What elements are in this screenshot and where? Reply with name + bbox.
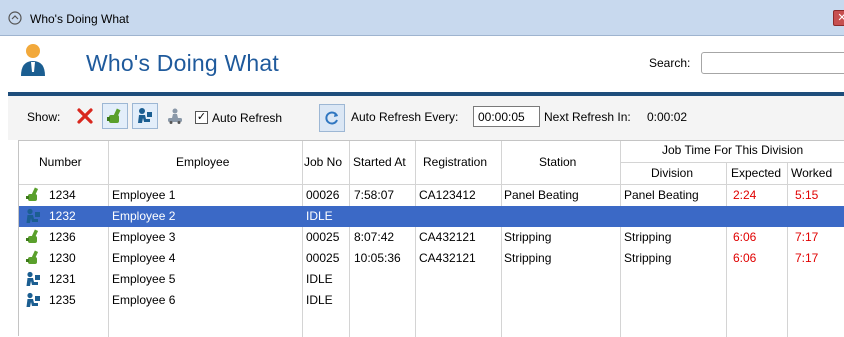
table-row[interactable]: 1231 Employee 5 IDLE — [19, 269, 844, 290]
auto-refresh-checkbox[interactable]: ✓ — [195, 111, 208, 124]
person-car-icon — [168, 108, 182, 124]
cell-division: Stripping — [624, 251, 672, 265]
user-logo-icon — [21, 44, 45, 76]
next-refresh-label: Next Refresh In: — [544, 110, 631, 124]
worker-green-icon — [107, 108, 121, 123]
col-header-started-at[interactable]: Started At — [353, 155, 406, 169]
app-icon — [8, 11, 22, 25]
table-row[interactable]: 1236 Employee 3 00025 8:07:42 CA432121 Stripp… — [19, 227, 844, 248]
idle-person-icon — [26, 208, 40, 223]
col-header-expected[interactable]: Expected — [731, 166, 781, 180]
cell-worked: 5:15 — [795, 188, 819, 202]
employee-grid: Number Employee Job No Started At Regist… — [18, 140, 844, 337]
cell-worked: 7:17 — [795, 251, 819, 265]
col-header-division[interactable]: Division — [651, 166, 693, 180]
toolbar: Show: ✓ Auto Refresh Auto Refresh Every:… — [8, 96, 844, 140]
cell-started-at: 10:05:36 — [354, 251, 401, 265]
col-header-job-no[interactable]: Job No — [304, 155, 342, 169]
cell-division: Panel Beating — [624, 188, 699, 202]
col-header-worked[interactable]: Worked — [791, 166, 832, 180]
cell-job-no: IDLE — [306, 272, 333, 286]
table-row[interactable]: 1235 Employee 6 IDLE — [19, 290, 844, 311]
cell-job-no: 00025 — [306, 230, 340, 244]
cell-number: 1236 — [49, 230, 76, 244]
cell-started-at: 7:58:07 — [354, 188, 395, 202]
cell-station: Stripping — [504, 230, 552, 244]
table-row[interactable]: 1234 Employee 1 00026 7:58:07 CA123412 Panel … — [19, 185, 844, 206]
cell-job-no: IDLE — [306, 209, 333, 223]
cell-registration: CA123412 — [419, 188, 476, 202]
cell-job-no: IDLE — [306, 293, 333, 307]
page-header: Who's Doing What Search: — [0, 36, 844, 92]
cell-worked: 7:17 — [795, 230, 819, 244]
cell-employee: Employee 4 — [112, 251, 176, 265]
cell-employee: Employee 6 — [112, 293, 176, 307]
cell-employee: Employee 2 — [112, 209, 176, 223]
cell-employee: Employee 5 — [112, 272, 176, 286]
search-label: Search: — [649, 56, 691, 70]
cell-station: Stripping — [504, 251, 552, 265]
col-header-station[interactable]: Station — [539, 155, 576, 169]
cell-started-at: 8:07:42 — [354, 230, 395, 244]
refresh-interval-input[interactable]: 00:00:05 — [473, 106, 540, 127]
col-header-number[interactable]: Number — [39, 155, 82, 169]
filter-absent-button[interactable] — [162, 103, 188, 129]
worker-green-icon — [26, 187, 39, 201]
cell-station: Panel Beating — [504, 188, 579, 202]
cell-number: 1235 — [49, 293, 76, 307]
filter-clear-button[interactable] — [72, 103, 98, 129]
group-header-line — [620, 162, 844, 163]
close-button[interactable]: ✕ — [833, 10, 844, 26]
table-row[interactable]: 1230 Employee 4 00025 10:05:36 CA432121 Strip… — [19, 248, 844, 269]
cell-expected: 6:06 — [733, 230, 757, 244]
page-title: Who's Doing What — [86, 50, 279, 76]
cell-number: 1232 — [49, 209, 76, 223]
cell-job-no: 00026 — [306, 188, 340, 202]
cell-job-no: 00025 — [306, 251, 340, 265]
idle-person-icon — [138, 108, 152, 123]
filter-working-button[interactable] — [102, 103, 128, 129]
filter-idle-button[interactable] — [132, 103, 158, 129]
col-header-employee[interactable]: Employee — [176, 155, 229, 169]
search-input[interactable] — [701, 52, 844, 74]
cell-employee: Employee 3 — [112, 230, 176, 244]
cell-employee: Employee 1 — [112, 188, 176, 202]
idle-person-icon — [26, 292, 40, 307]
cell-division: Stripping — [624, 230, 672, 244]
cell-number: 1230 — [49, 251, 76, 265]
cell-expected: 6:06 — [733, 251, 757, 265]
idle-person-icon — [26, 271, 40, 286]
col-group-job-time: Job Time For This Division — [662, 143, 804, 157]
cell-expected: 2:24 — [733, 188, 757, 202]
show-label: Show: — [27, 110, 61, 124]
window-title: Who's Doing What — [30, 12, 129, 26]
auto-refresh-every-label: Auto Refresh Every: — [351, 110, 459, 124]
cell-number: 1234 — [49, 188, 76, 202]
cell-number: 1231 — [49, 272, 76, 286]
cell-registration: CA432121 — [419, 251, 476, 265]
worker-green-icon — [26, 229, 39, 243]
auto-refresh-label[interactable]: Auto Refresh — [212, 111, 282, 125]
next-refresh-value: 0:00:02 — [647, 110, 688, 124]
refresh-icon — [325, 111, 338, 125]
table-row[interactable]: 1232 Employee 2 IDLE — [19, 206, 844, 227]
window-titlebar: Who's Doing What ✕ — [0, 0, 844, 36]
close-icon: ✕ — [837, 12, 844, 24]
col-header-registration[interactable]: Registration — [423, 155, 487, 169]
refresh-button[interactable] — [319, 104, 345, 132]
cell-registration: CA432121 — [419, 230, 476, 244]
red-x-icon — [77, 108, 93, 124]
worker-green-icon — [26, 250, 39, 264]
